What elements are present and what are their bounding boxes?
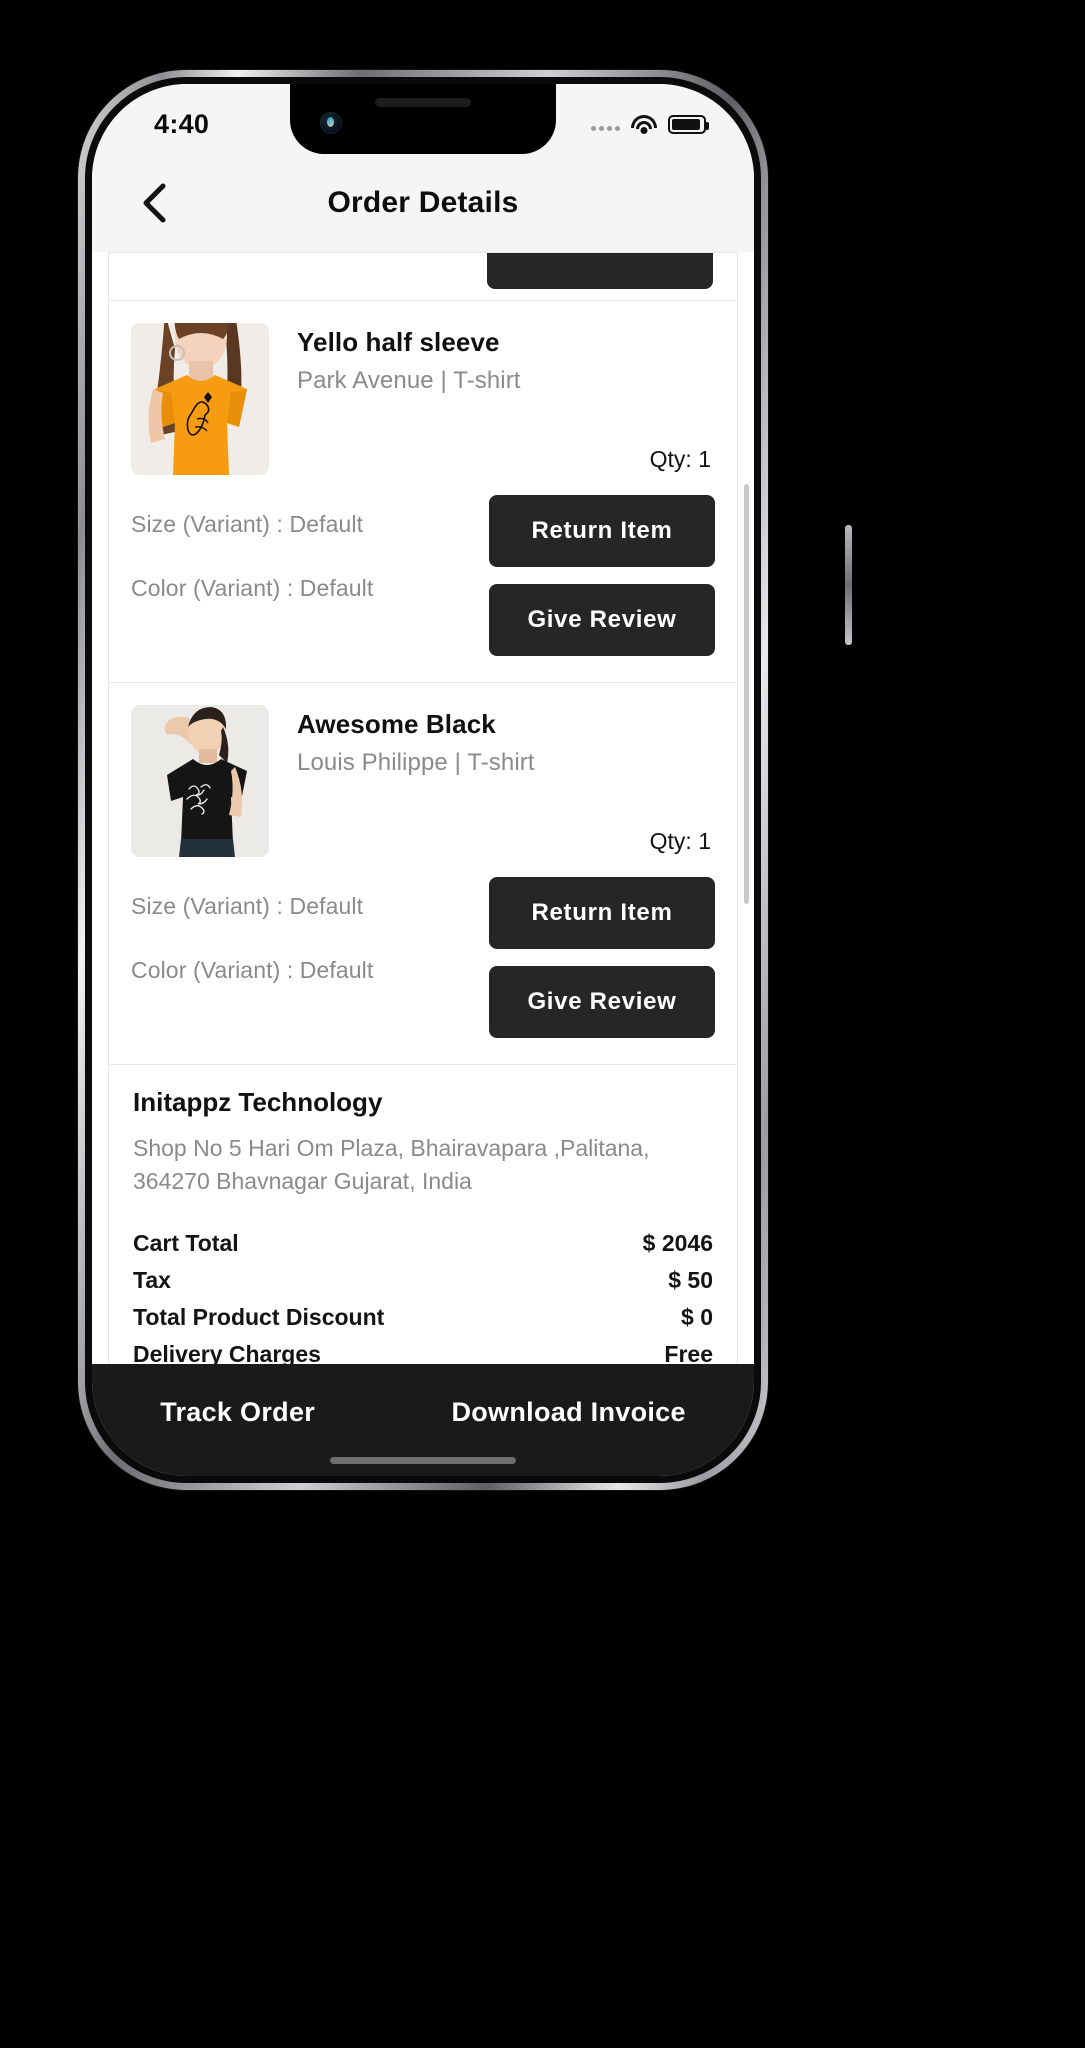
page-title: Order Details (327, 186, 519, 219)
bottom-action-bar: Track Order Download Invoice (92, 1364, 754, 1476)
partial-action-button[interactable] (487, 253, 713, 289)
order-details-scroll[interactable]: Yello half sleeve Park Avenue | T-shirt … (92, 252, 754, 1364)
total-row-label: Tax (133, 1266, 171, 1293)
size-variant: Size (Variant) : Default (131, 511, 364, 537)
front-camera-icon (320, 112, 342, 134)
total-row-value: $ 50 (668, 1266, 713, 1293)
color-variant: Color (Variant) : Default (131, 957, 374, 983)
vertical-scrollbar[interactable] (744, 484, 749, 904)
phone-frame: 4:40 Order Details Yello half sleeve Par… (78, 70, 852, 1490)
variant-labels: Size (Variant) : Default Color (Variant)… (131, 875, 489, 984)
order-summary-card: Initappz Technology Shop No 5 Hari Om Pl… (108, 1065, 738, 1364)
phone-screen: 4:40 Order Details Yello half sleeve Par… (92, 84, 754, 1476)
total-row-label: Delivery Charges (133, 1340, 321, 1364)
total-row-value: $ 2046 (642, 1229, 713, 1256)
product-variants-row: Size (Variant) : Default Color (Variant)… (109, 475, 737, 682)
product-brand-category: Louis Philippe | T-shirt (297, 749, 535, 776)
product-thumbnail-black[interactable] (131, 705, 269, 857)
item-actions: Return Item Give Review (489, 875, 715, 1038)
product-info: Yello half sleeve Park Avenue | T-shirt … (269, 323, 715, 475)
order-item-card: Awesome Black Louis Philippe | T-shirt Q… (108, 683, 738, 1065)
cellular-dots-icon (591, 117, 620, 131)
device-notch (290, 84, 556, 154)
black-tshirt-photo (131, 705, 269, 857)
product-variants-row: Size (Variant) : Default Color (Variant)… (109, 857, 737, 1064)
return-item-button[interactable]: Return Item (489, 877, 715, 949)
product-info: Awesome Black Louis Philippe | T-shirt Q… (269, 705, 715, 857)
screenshot-root: 4:40 Order Details Yello half sleeve Par… (0, 0, 1085, 2048)
download-invoice-button[interactable]: Download Invoice (451, 1397, 685, 1428)
product-name: Yello half sleeve (297, 327, 500, 357)
earpiece-speaker (375, 98, 471, 107)
previous-item-partial (108, 252, 738, 300)
give-review-button[interactable]: Give Review (489, 966, 715, 1038)
track-order-button[interactable]: Track Order (160, 1397, 315, 1428)
item-actions: Return Item Give Review (489, 493, 715, 656)
chevron-left-icon (143, 183, 166, 223)
variant-labels: Size (Variant) : Default Color (Variant)… (131, 493, 489, 602)
power-button[interactable] (845, 525, 852, 645)
home-indicator[interactable] (330, 1457, 516, 1464)
product-qty: Qty: 1 (649, 446, 711, 472)
battery-full-icon (668, 114, 709, 134)
total-row: Tax $ 50 (133, 1262, 713, 1299)
total-row-value: $ 0 (681, 1303, 713, 1330)
product-row: Yello half sleeve Park Avenue | T-shirt … (109, 301, 737, 475)
wifi-icon (631, 114, 657, 134)
give-review-button[interactable]: Give Review (489, 584, 715, 656)
yellow-tshirt-photo (131, 323, 269, 475)
size-variant: Size (Variant) : Default (131, 893, 364, 919)
product-row: Awesome Black Louis Philippe | T-shirt Q… (109, 683, 737, 857)
status-icons (591, 114, 709, 134)
total-row: Cart Total $ 2046 (133, 1225, 713, 1262)
product-thumbnail-yellow[interactable] (131, 323, 269, 475)
back-button[interactable] (132, 181, 176, 225)
app-bar: Order Details (92, 154, 754, 252)
store-name: Initappz Technology (133, 1087, 383, 1117)
total-row: Delivery Charges Free (133, 1336, 713, 1364)
product-name: Awesome Black (297, 709, 496, 739)
color-variant: Color (Variant) : Default (131, 575, 374, 601)
phone-bezel: 4:40 Order Details Yello half sleeve Par… (85, 77, 761, 1483)
order-item-card: Yello half sleeve Park Avenue | T-shirt … (108, 300, 738, 683)
store-address: Shop No 5 Hari Om Plaza, Bhairavapara ,P… (133, 1135, 650, 1195)
total-row-label: Total Product Discount (133, 1303, 385, 1330)
total-row-value: Free (664, 1340, 713, 1364)
product-qty: Qty: 1 (649, 828, 711, 854)
return-item-button[interactable]: Return Item (489, 495, 715, 567)
total-row: Total Product Discount $ 0 (133, 1299, 713, 1336)
total-row-label: Cart Total (133, 1229, 239, 1256)
totals-list: Cart Total $ 2046 Tax $ 50 Total Product… (133, 1225, 713, 1364)
product-brand-category: Park Avenue | T-shirt (297, 367, 521, 394)
status-time: 4:40 (154, 108, 210, 139)
